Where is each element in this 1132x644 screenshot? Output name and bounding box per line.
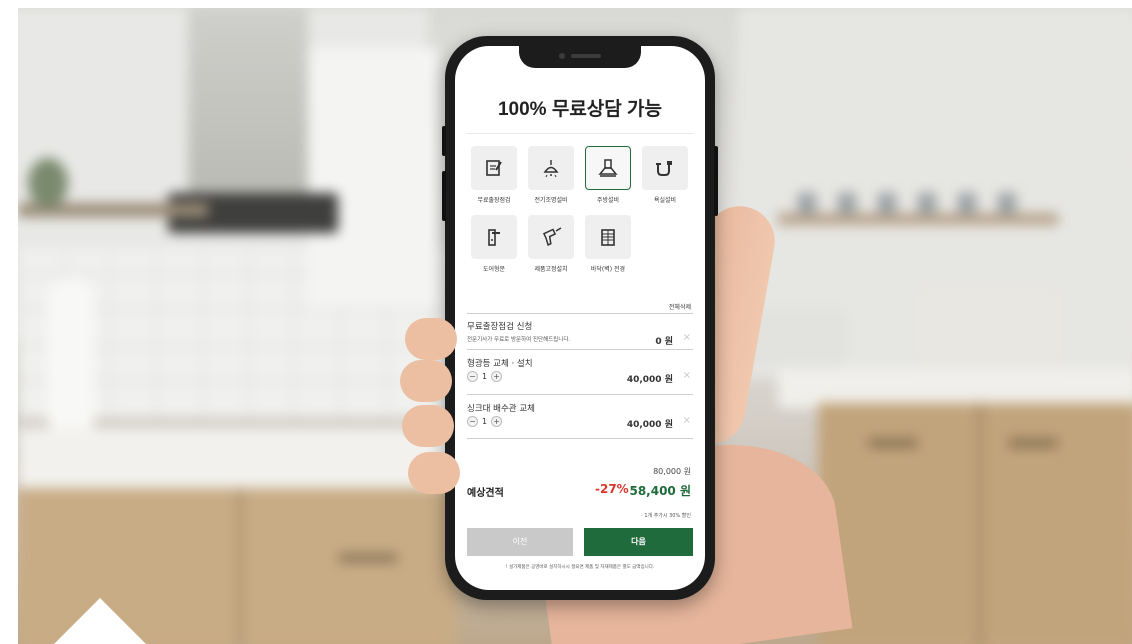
cart-divider [467, 438, 693, 439]
prev-button[interactable]: 이전 [467, 528, 573, 556]
phone-power-button [714, 146, 718, 216]
original-price: 80,000 원 [653, 467, 691, 476]
cart-divider [467, 349, 693, 350]
service-label: 전기조명설비 [534, 197, 568, 204]
quantity-minus-button[interactable]: − [467, 416, 478, 427]
cart-item-price: 40,000 원 [626, 420, 673, 430]
ceiling-lamp-icon [528, 146, 574, 190]
range-hood-icon [585, 146, 631, 190]
cart-item-desc: 전문기사가 무료로 방문하여 진단해드립니다. [467, 337, 571, 343]
smartphone: 100% 무료상담 가능 무료출장점검 전기조명설비 주방설비 욕실설비 도어형… [442, 36, 718, 600]
quantity-value: 1 [482, 417, 488, 426]
cart-item: 무료출장점검 신청 전문기사가 무료로 방문하여 진단해드립니다. 0 원 × [467, 320, 693, 347]
service-label: 욕실설비 [653, 197, 677, 204]
cart-item: 형광등 교체 · 설치 − 1 + 40,000 원 × [467, 357, 693, 385]
cart-divider [467, 313, 693, 314]
cart-divider [467, 394, 693, 395]
service-bathroom[interactable]: 욕실설비 [638, 146, 692, 204]
cart-item-price: 40,000 원 [626, 375, 673, 385]
speaker-grille [571, 54, 601, 58]
footer-note: ! 설가제품은 공영바로 설치하시시 절되면 제품 및 자재제품은 별도 금액입… [505, 565, 655, 570]
door-handle-icon [471, 215, 517, 259]
cart-item-price: 0 원 [655, 337, 673, 347]
discount-note: · 1개 추가시 30% 할인 [641, 513, 691, 519]
discount-rate: -27% [595, 482, 629, 496]
service-label: 무료출장점검 [477, 197, 511, 204]
hand-finger [402, 405, 454, 447]
cart-item-title: 형광등 교체 · 설치 [467, 359, 533, 369]
service-label: 제품고정설치 [534, 266, 568, 273]
phone-screen: 100% 무료상담 가능 무료출장점검 전기조명설비 주방설비 욕실설비 도어형… [455, 46, 705, 590]
cart-item-title: 싱크대 배수관 교체 [467, 404, 535, 414]
remove-item-icon[interactable]: × [683, 415, 691, 426]
service-label: 주방설비 [596, 197, 620, 204]
checklist-icon [471, 146, 517, 190]
hand-finger [400, 360, 452, 402]
service-free-inspection[interactable]: 무료출장점검 [467, 146, 521, 204]
service-label: 도어형문 [482, 266, 506, 273]
quantity-plus-button[interactable]: + [491, 416, 503, 427]
service-kitchen[interactable]: 주방설비 [581, 146, 635, 204]
service-product-install[interactable]: 제품고정설치 [524, 215, 578, 273]
corner-triangle-decoration [52, 598, 148, 644]
remove-item-icon[interactable]: × [683, 370, 691, 381]
next-button[interactable]: 다음 [584, 528, 693, 556]
cart-item: 싱크대 배수관 교체 − 1 + 40,000 원 × [467, 402, 693, 430]
quantity-stepper: − 1 + [467, 371, 503, 382]
service-floor-wall[interactable]: 바닥(벽) 전경 [581, 215, 635, 273]
estimate-label: 예상견적 [467, 488, 504, 499]
phone-notch [519, 46, 641, 68]
final-price: 58,400 원 [629, 484, 691, 498]
camera-icon [559, 53, 565, 59]
drill-icon [528, 215, 574, 259]
floor-tile-icon [585, 215, 631, 259]
service-label: 바닥(벽) 전경 [590, 266, 626, 273]
quantity-stepper: − 1 + [467, 416, 503, 427]
quantity-plus-button[interactable]: + [491, 371, 503, 382]
hand-finger [408, 452, 460, 494]
quantity-value: 1 [482, 372, 488, 381]
page-title: 100% 무료상담 가능 [497, 99, 663, 120]
remove-item-icon[interactable]: × [683, 332, 691, 343]
phone-volume-down-button [442, 171, 446, 221]
service-electric-lighting[interactable]: 전기조명설비 [524, 146, 578, 204]
quantity-minus-button[interactable]: − [467, 371, 478, 382]
service-door[interactable]: 도어형문 [467, 215, 521, 273]
cart-item-title: 무료출장점검 신청 [467, 322, 533, 332]
hand-finger [405, 318, 457, 360]
phone-volume-up-button [442, 126, 446, 156]
delete-all-button[interactable]: 전체삭제 [669, 302, 691, 311]
plumbing-pipe-icon [642, 146, 688, 190]
title-divider [467, 133, 693, 134]
